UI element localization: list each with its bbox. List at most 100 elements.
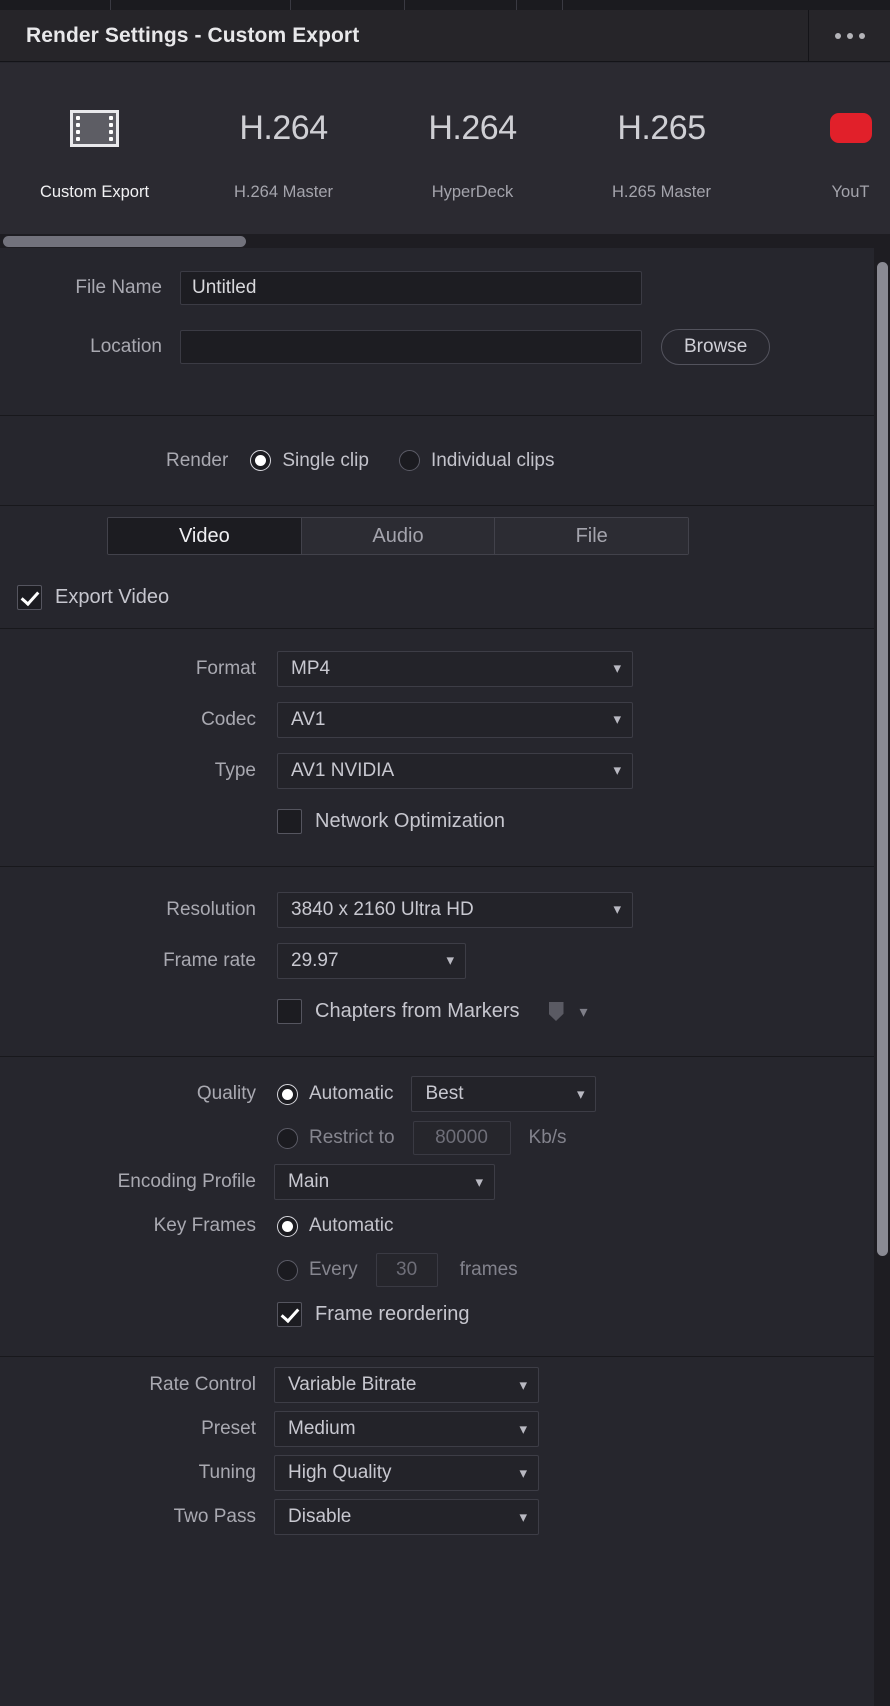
export-video-label: Export Video [55, 586, 169, 609]
chevron-down-icon: ▾ [519, 1378, 527, 1393]
window-top-edge [0, 0, 890, 10]
key-frames-automatic-option[interactable]: Automatic [277, 1215, 393, 1237]
key-frames-every-input[interactable]: 30 [376, 1253, 438, 1287]
radio-quality-restrict[interactable] [277, 1128, 298, 1149]
ellipsis-icon [835, 33, 841, 39]
radio-single-clip[interactable] [250, 450, 271, 471]
rate-control-row: Rate Control Variable Bitrate ▾ [0, 1363, 890, 1407]
browse-button[interactable]: Browse [661, 329, 770, 365]
render-mode-row: Render Single clip Individual clips [0, 416, 890, 505]
radio-key-frames-automatic[interactable] [277, 1216, 298, 1237]
chevron-down-icon: ▾ [475, 1175, 483, 1190]
frame-rate-label: Frame rate [0, 950, 256, 972]
two-pass-label: Two Pass [0, 1506, 256, 1528]
frame-reordering-label: Frame reordering [315, 1303, 470, 1326]
preset-hyperdeck[interactable]: H.264 HyperDeck [378, 63, 567, 234]
preset-label: H.265 Master [612, 183, 711, 202]
preset-h265-master[interactable]: H.265 H.265 Master [567, 63, 756, 234]
quality-automatic-option[interactable]: Automatic [277, 1083, 393, 1105]
rate-control-dropdown[interactable]: Variable Bitrate ▾ [274, 1367, 539, 1403]
file-section: File Name Untitled Location Browse [0, 248, 890, 416]
quality-label: Quality [0, 1083, 256, 1105]
resolution-row: Resolution 3840 x 2160 Ultra HD ▾ [0, 884, 890, 935]
radio-individual-clips[interactable] [399, 450, 420, 471]
preset-h264-master[interactable]: H.264 H.264 Master [189, 63, 378, 234]
network-optimization-checkbox[interactable] [277, 809, 302, 834]
preset-value: Medium [288, 1418, 356, 1440]
encoding-profile-value: Main [288, 1171, 329, 1193]
tuning-label: Tuning [0, 1462, 256, 1484]
type-dropdown[interactable]: AV1 NVIDIA ▾ [277, 753, 633, 789]
file-name-input[interactable]: Untitled [180, 271, 642, 305]
preset-label: Preset [0, 1418, 256, 1440]
chapters-from-markers-row[interactable]: Chapters from Markers ▾ [0, 986, 890, 1037]
file-name-row: File Name Untitled [0, 248, 890, 314]
youtube-icon [830, 101, 872, 155]
settings-vertical-scrollbar[interactable] [874, 248, 890, 1706]
chevron-down-icon: ▾ [613, 763, 621, 778]
key-frames-label: Key Frames [0, 1215, 256, 1237]
preset-youtube[interactable]: YouT [756, 63, 890, 234]
encoding-profile-dropdown[interactable]: Main ▾ [274, 1164, 495, 1200]
type-row: Type AV1 NVIDIA ▾ [0, 745, 890, 796]
key-frames-every-option[interactable]: Every [277, 1259, 358, 1281]
export-video-checkbox[interactable] [17, 585, 42, 610]
codec-label: Codec [0, 709, 256, 731]
network-optimization-row[interactable]: Network Optimization [0, 796, 890, 847]
tab-file[interactable]: File [495, 518, 688, 554]
frame-rate-dropdown[interactable]: 29.97 ▾ [277, 943, 466, 979]
quality-restrict-option[interactable]: Restrict to [277, 1127, 395, 1149]
preset-dropdown[interactable]: Medium ▾ [274, 1411, 539, 1447]
encoder-options-section: Rate Control Variable Bitrate ▾ Preset M… [0, 1357, 890, 1539]
two-pass-value: Disable [288, 1506, 351, 1528]
preset-horizontal-scrollbar[interactable] [0, 234, 890, 248]
resolution-section: Resolution 3840 x 2160 Ultra HD ▾ Frame … [0, 867, 890, 1057]
chapters-from-markers-label: Chapters from Markers [315, 1000, 520, 1023]
codec-text-icon: H.264 [428, 101, 516, 155]
quality-preset-value: Best [425, 1083, 463, 1105]
key-frames-every-unit: frames [460, 1259, 518, 1281]
radio-key-frames-every[interactable] [277, 1260, 298, 1281]
render-individual-clips-option[interactable]: Individual clips [399, 450, 555, 472]
radio-quality-automatic[interactable] [277, 1084, 298, 1105]
quality-automatic-label: Automatic [309, 1083, 393, 1105]
quality-restrict-unit: Kb/s [529, 1127, 567, 1149]
tab-audio[interactable]: Audio [302, 518, 496, 554]
codec-dropdown[interactable]: AV1 ▾ [277, 702, 633, 738]
preset-custom-export[interactable]: Custom Export [0, 63, 189, 234]
type-value: AV1 NVIDIA [291, 760, 394, 782]
key-frames-every-label: Every [309, 1259, 358, 1281]
marker-color-icon[interactable] [549, 1002, 564, 1021]
codec-section: Format MP4 ▾ Codec AV1 ▾ Type AV1 NVIDIA… [0, 629, 890, 867]
frame-reordering-checkbox[interactable] [277, 1302, 302, 1327]
chevron-down-icon: ▾ [577, 1087, 585, 1102]
chapters-from-markers-checkbox[interactable] [277, 999, 302, 1024]
codec-text-icon: H.265 [617, 101, 705, 155]
tuning-dropdown[interactable]: High Quality ▾ [274, 1455, 539, 1491]
scrollbar-thumb[interactable] [3, 236, 246, 247]
key-frames-automatic-label: Automatic [309, 1215, 393, 1237]
preset-carousel[interactable]: Custom Export H.264 H.264 Master H.264 H… [0, 63, 890, 234]
preset-label: H.264 Master [234, 183, 333, 202]
two-pass-dropdown[interactable]: Disable ▾ [274, 1499, 539, 1535]
file-name-label: File Name [0, 277, 162, 299]
tab-video[interactable]: Video [108, 518, 302, 554]
options-menu-button[interactable] [808, 10, 890, 61]
chevron-down-icon[interactable]: ▾ [580, 1002, 588, 1022]
resolution-dropdown[interactable]: 3840 x 2160 Ultra HD ▾ [277, 892, 633, 928]
scrollbar-thumb[interactable] [877, 262, 888, 1256]
format-dropdown[interactable]: MP4 ▾ [277, 651, 633, 687]
location-input[interactable] [180, 330, 642, 364]
quality-restrict-input[interactable]: 80000 [413, 1121, 511, 1155]
quality-preset-dropdown[interactable]: Best ▾ [411, 1076, 596, 1112]
frame-rate-row: Frame rate 29.97 ▾ [0, 935, 890, 986]
render-single-clip-option[interactable]: Single clip [250, 450, 369, 472]
resolution-label: Resolution [0, 899, 256, 921]
frame-reordering-row[interactable]: Frame reordering [0, 1292, 890, 1336]
network-optimization-label: Network Optimization [315, 810, 505, 833]
export-video-row[interactable]: Export Video [0, 566, 890, 628]
render-settings-panel: Render Settings - Custom Export Custom E… [0, 0, 890, 1706]
chevron-down-icon: ▾ [519, 1422, 527, 1437]
render-mode-section: Render Single clip Individual clips [0, 416, 890, 506]
edge-tick [562, 0, 563, 10]
